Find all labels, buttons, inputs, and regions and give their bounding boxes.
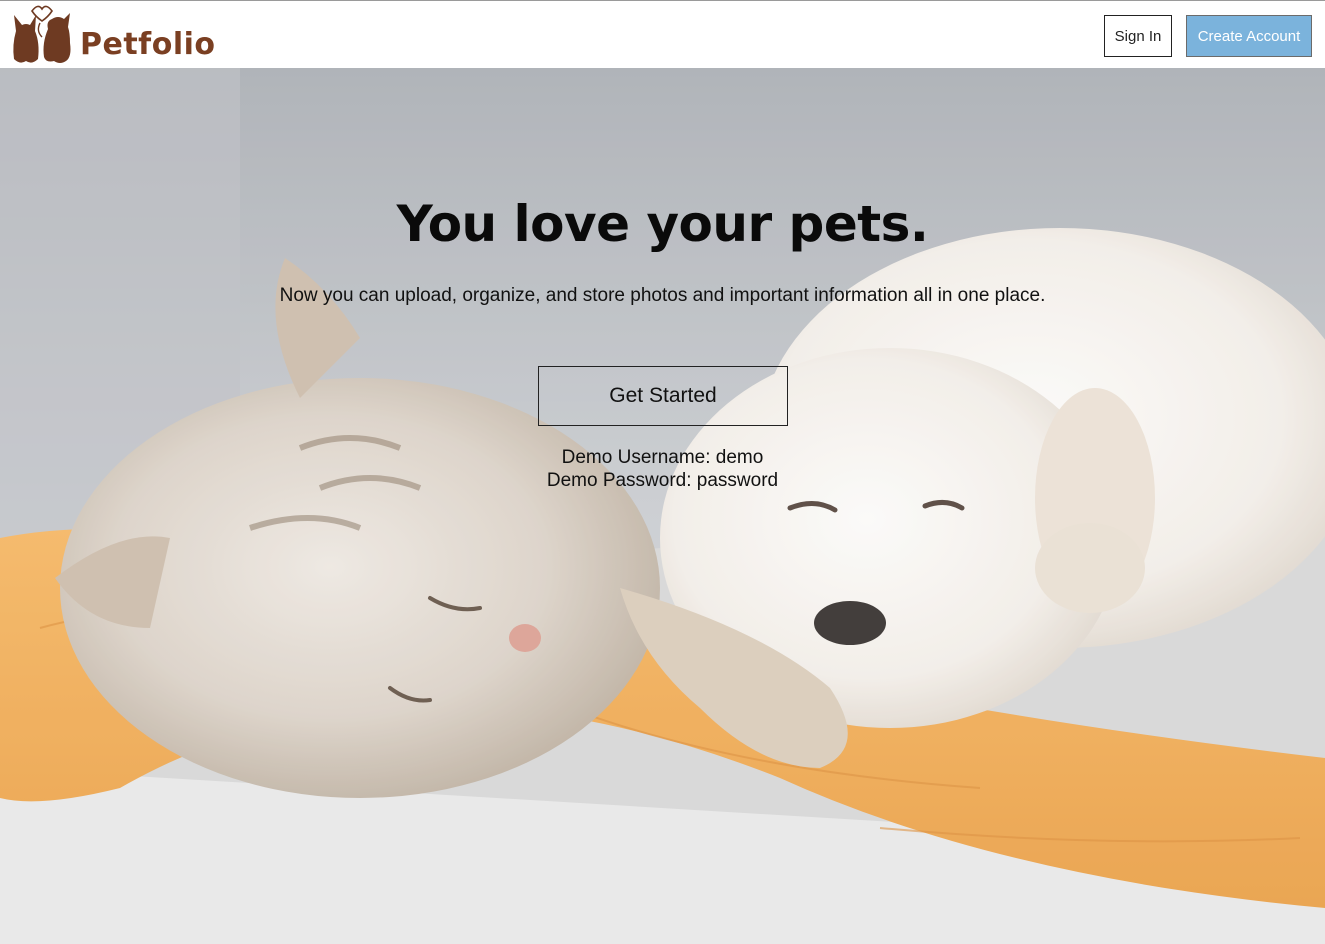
cat-dog-logo-icon[interactable] bbox=[10, 3, 74, 65]
brand-name[interactable]: Petfolio bbox=[80, 27, 216, 63]
top-nav: Petfolio Sign In Create Account bbox=[0, 0, 1325, 68]
hero-title: You love your pets. bbox=[396, 195, 929, 253]
sign-in-button[interactable]: Sign In bbox=[1104, 15, 1172, 57]
hero-section: You love your pets. Now you can upload, … bbox=[0, 68, 1325, 944]
demo-username: Demo Username: demo bbox=[561, 447, 764, 468]
get-started-button[interactable]: Get Started bbox=[538, 366, 788, 426]
demo-credentials: Demo Username: demo Demo Password: passw… bbox=[0, 446, 1325, 492]
create-account-button[interactable]: Create Account bbox=[1186, 15, 1312, 57]
demo-password: Demo Password: password bbox=[546, 470, 779, 491]
hero-subtitle: Now you can upload, organize, and store … bbox=[279, 285, 1046, 306]
